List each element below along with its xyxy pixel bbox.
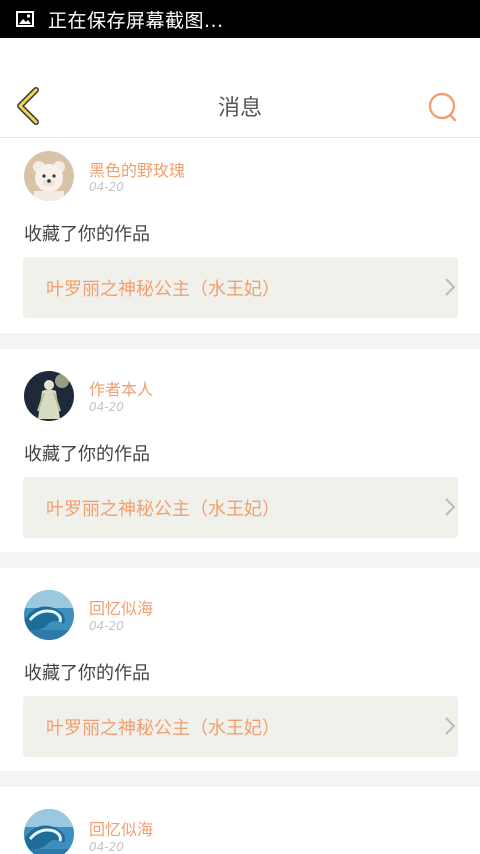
- user-name[interactable]: 回忆似海: [89, 816, 153, 840]
- status-text: 正在保存屏幕截图...: [48, 9, 224, 32]
- action-text: 收藏了你的作品: [24, 444, 150, 465]
- chevron-right-icon: [445, 278, 456, 296]
- notification-card: 作者本人 04-20 收藏了你的作品 叶罗丽之神秘公主（水王妃）: [0, 349, 480, 552]
- search-icon[interactable]: [426, 90, 460, 124]
- image-icon: [16, 11, 34, 27]
- user-name[interactable]: 回忆似海: [89, 595, 153, 619]
- user-name[interactable]: 黑色的野玫瑰: [89, 157, 185, 181]
- chevron-right-icon: [445, 717, 456, 735]
- timestamp: 04-20: [89, 840, 124, 854]
- status-bar: 正在保存屏幕截图...: [0, 0, 480, 38]
- chevron-right-icon: [445, 498, 456, 516]
- nav-bar: 消息: [0, 38, 480, 138]
- timestamp: 04-20: [89, 180, 124, 194]
- notification-card: 回忆似海 04-20 收藏了你的作品 叶罗丽之神秘公主（水王妃）: [0, 568, 480, 771]
- timestamp: 04-20: [89, 619, 124, 633]
- ocean-wave-avatar[interactable]: [24, 809, 74, 854]
- ocean-wave-avatar[interactable]: [24, 590, 74, 640]
- teddy-bear-avatar[interactable]: [24, 151, 74, 201]
- work-link[interactable]: 叶罗丽之神秘公主（水王妃）: [23, 696, 458, 757]
- work-link[interactable]: 叶罗丽之神秘公主（水王妃）: [23, 257, 458, 318]
- notification-card: 黑色的野玫瑰 04-20 收藏了你的作品 叶罗丽之神秘公主（水王妃）: [0, 138, 480, 333]
- work-link[interactable]: 叶罗丽之神秘公主（水王妃）: [23, 477, 458, 538]
- work-title: 叶罗丽之神秘公主（水王妃）: [46, 499, 280, 520]
- work-title: 叶罗丽之神秘公主（水王妃）: [46, 279, 280, 300]
- action-text: 收藏了你的作品: [24, 224, 150, 245]
- fairy-avatar[interactable]: [24, 371, 74, 421]
- action-text: 收藏了你的作品: [24, 663, 150, 684]
- timestamp: 04-20: [89, 400, 124, 414]
- notification-list: 黑色的野玫瑰 04-20 收藏了你的作品 叶罗丽之神秘公主（水王妃） 作者本人 …: [0, 138, 480, 854]
- user-name[interactable]: 作者本人: [89, 376, 153, 400]
- page-title: 消息: [217, 96, 262, 121]
- notification-card: 回忆似海 04-20: [0, 787, 480, 854]
- work-title: 叶罗丽之神秘公主（水王妃）: [46, 718, 280, 739]
